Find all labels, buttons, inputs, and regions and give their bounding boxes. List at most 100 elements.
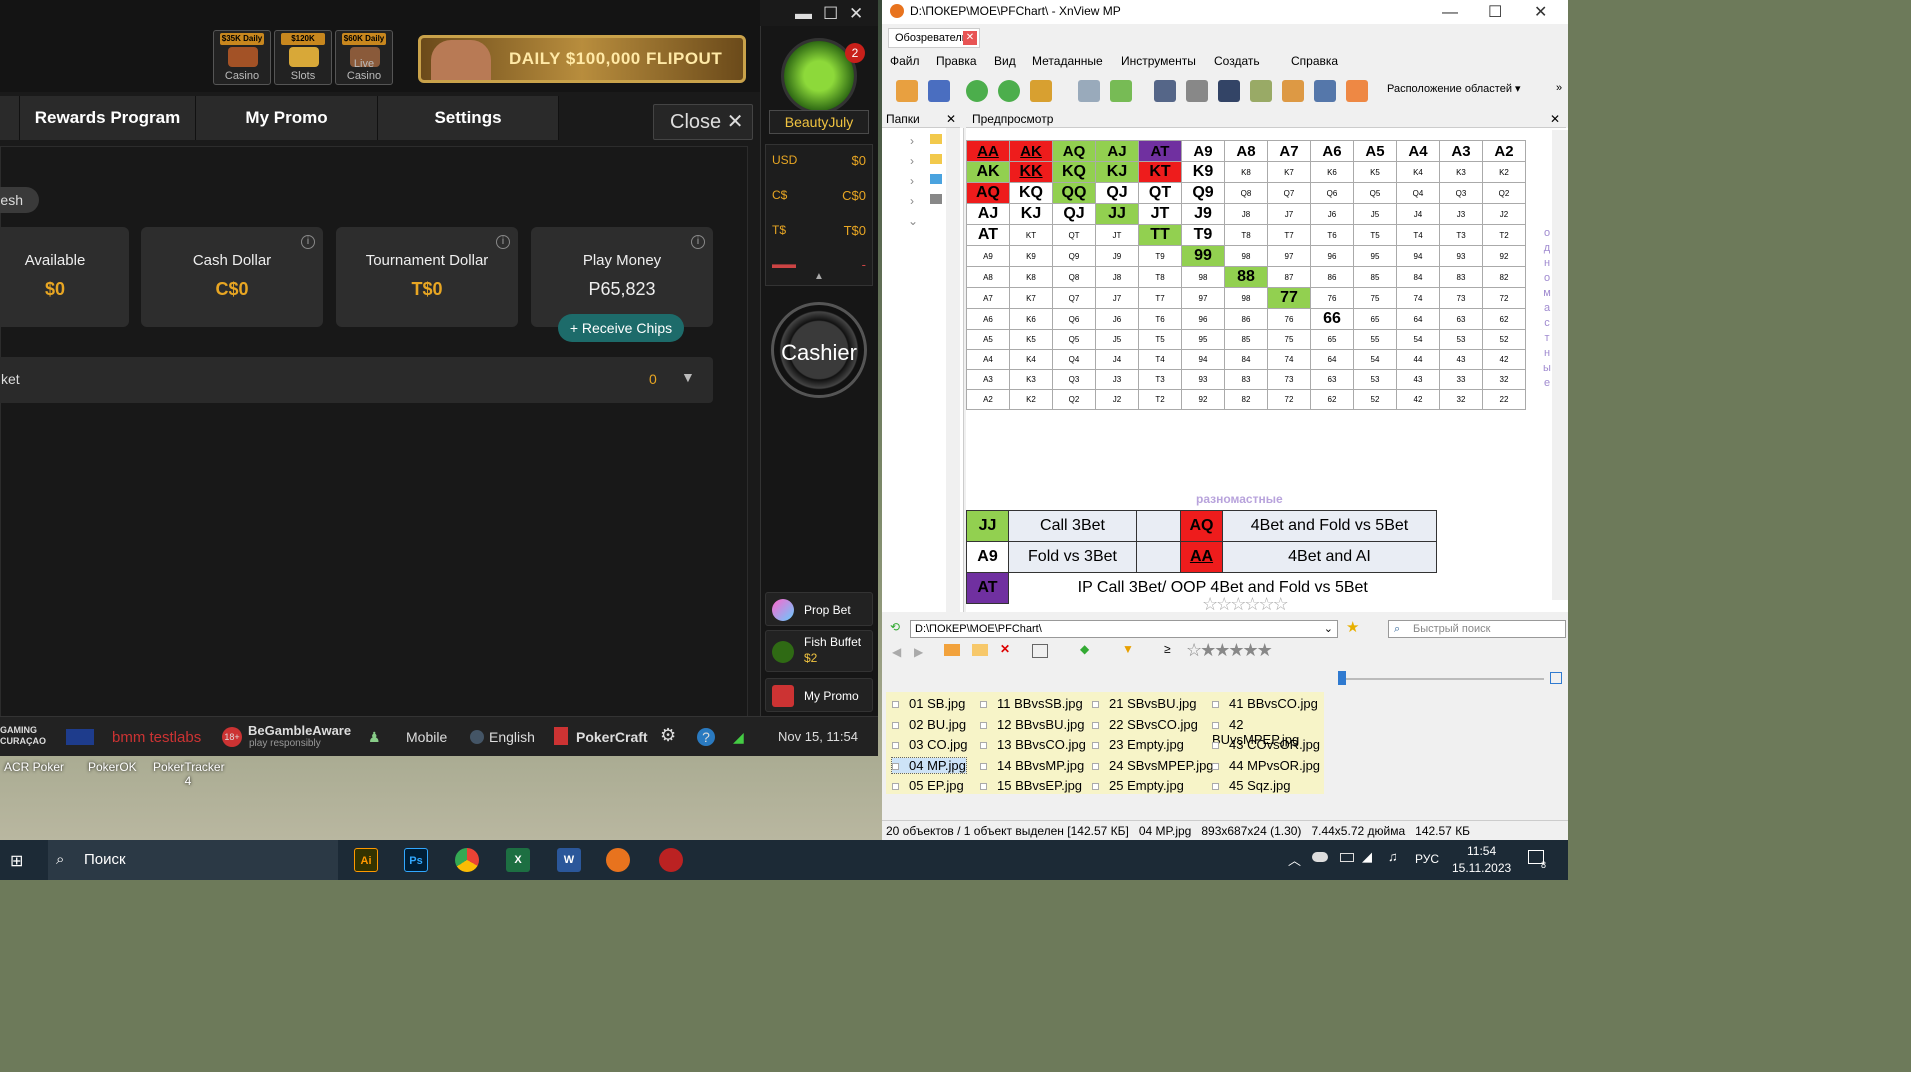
delete-icon[interactable]: ✕ xyxy=(1000,642,1010,656)
rotate-left-icon[interactable] xyxy=(966,80,988,102)
chevron-down-icon[interactable]: ⌄ xyxy=(908,214,918,228)
menu-tools[interactable]: Инструменты xyxy=(1121,54,1196,68)
chevron-down-icon[interactable]: ▼ xyxy=(681,369,695,385)
menu-file[interactable]: Файл xyxy=(890,54,920,68)
address-bar[interactable]: D:\ПОКЕР\МОЕ\PFChart\ ⌄ xyxy=(910,620,1338,638)
desktop-icon-acr[interactable]: ACR Poker xyxy=(4,760,64,774)
close-window-icon[interactable]: ✕ xyxy=(849,4,863,24)
desktop-icon-pokertracker[interactable]: PokerTracker 4 xyxy=(153,760,225,788)
zoom-slider-thumb[interactable] xyxy=(1338,671,1346,685)
file-item[interactable]: 13 BBvsCO.jpg xyxy=(980,737,1086,752)
file-item[interactable]: 02 BU.jpg xyxy=(892,717,966,732)
move-icon[interactable] xyxy=(1030,80,1052,102)
refresh-button[interactable]: esh xyxy=(0,187,39,213)
xnview-taskbar-icon[interactable] xyxy=(606,848,630,872)
folder-scrollbar[interactable] xyxy=(946,128,960,612)
file-item[interactable]: 12 BBvsBU.jpg xyxy=(980,717,1084,732)
scan-icon[interactable] xyxy=(1218,80,1240,102)
file-item[interactable]: 45 Sqz.jpg xyxy=(1212,778,1290,793)
username[interactable]: BeautyJuly xyxy=(769,110,869,134)
info-icon[interactable]: i xyxy=(691,235,705,249)
ticket-row[interactable]: ket 0 ▼ xyxy=(0,357,713,403)
file-item[interactable]: 21 SBvsBU.jpg xyxy=(1092,696,1196,711)
pokercraft-link[interactable]: PokerCraft xyxy=(576,729,648,745)
chevron-right-icon[interactable]: › xyxy=(910,194,914,208)
file-item[interactable]: 03 CO.jpg xyxy=(892,737,968,752)
nav-back-icon[interactable]: ◀ xyxy=(892,645,901,659)
cloud-icon[interactable] xyxy=(1312,852,1328,862)
quick-search-input[interactable]: ⌕ Быстрый поиск xyxy=(1388,620,1566,638)
maximize-icon[interactable]: ☐ xyxy=(1488,2,1502,24)
menu-create[interactable]: Создать xyxy=(1214,54,1260,68)
taskbar-clock[interactable]: 11:54 15.11.2023 xyxy=(1452,843,1511,877)
file-item[interactable]: 14 BBvsMP.jpg xyxy=(980,758,1084,773)
properties-icon[interactable] xyxy=(1078,80,1100,102)
live-casino-game-button[interactable]: $60K Daily Live Casino xyxy=(335,30,393,85)
view-mode-icon[interactable] xyxy=(1032,644,1048,658)
taskbar-search[interactable]: ⌕ Поиск xyxy=(48,840,338,880)
minimize-icon[interactable]: ▬ xyxy=(795,4,812,24)
convert-icon[interactable] xyxy=(1250,80,1272,102)
print-icon[interactable] xyxy=(1186,80,1208,102)
word-icon[interactable]: W xyxy=(557,848,581,872)
receive-chips-button[interactable]: + Receive Chips xyxy=(558,314,684,342)
image-preview[interactable]: AA AK AQ AJ AT A9 A8 A7 A6 A5 A4 A3 A2 AK KK KQ KJ KT K9 K8… xyxy=(966,128,1568,612)
tab-settings[interactable]: Settings xyxy=(378,96,559,140)
rename-icon[interactable] xyxy=(972,644,988,656)
desktop-icon-pokerok[interactable]: PokerOK xyxy=(88,760,137,774)
wallpaper-icon[interactable] xyxy=(1346,80,1368,102)
excel-icon[interactable]: X xyxy=(506,848,530,872)
toolbar-overflow-icon[interactable]: » xyxy=(1556,82,1562,94)
help-icon[interactable]: ? xyxy=(697,728,715,746)
close-button[interactable]: Close ✕ xyxy=(653,104,753,140)
casino-game-button[interactable]: $35K Daily Casino xyxy=(213,30,271,85)
file-item[interactable]: 15 BBvsEP.jpg xyxy=(980,778,1082,793)
zoom-slider[interactable] xyxy=(1338,678,1544,680)
file-item[interactable]: 41 BBvsCO.jpg xyxy=(1212,696,1318,711)
folder-tree[interactable]: › › › › ⌄ xyxy=(882,128,964,612)
new-folder-icon[interactable] xyxy=(944,644,960,656)
export-icon[interactable] xyxy=(1110,80,1132,102)
back-icon[interactable]: ⟲ xyxy=(890,620,900,634)
volume-icon[interactable]: ♫ xyxy=(1388,849,1398,864)
layout-dropdown[interactable]: Расположение областей ▾ xyxy=(1387,82,1521,95)
windows-start-icon[interactable]: ⊞ xyxy=(10,851,23,871)
file-item[interactable]: 22 SBvsCO.jpg xyxy=(1092,717,1198,732)
preview-scrollbar[interactable] xyxy=(1552,130,1568,600)
compare-icon[interactable]: ≥ xyxy=(1164,642,1171,656)
close-pane-icon[interactable]: ✕ xyxy=(946,110,956,128)
close-window-icon[interactable]: ✕ xyxy=(1534,2,1547,24)
language-selector[interactable]: English xyxy=(489,729,535,745)
rating-filter-icon[interactable]: ☆★★★★★ xyxy=(1186,640,1273,661)
file-item[interactable]: 25 Empty.jpg xyxy=(1092,778,1184,793)
rating-stars-icon[interactable]: ☆☆☆☆☆☆ xyxy=(1202,594,1289,612)
open-folder-icon[interactable] xyxy=(896,80,918,102)
maximize-icon[interactable]: ☐ xyxy=(823,4,838,24)
chevron-down-icon[interactable]: ⌄ xyxy=(1324,621,1333,637)
file-item[interactable]: 04 MP.jpg xyxy=(891,756,967,774)
favorite-star-icon[interactable]: ★ xyxy=(1346,618,1359,636)
battery-icon[interactable] xyxy=(1340,853,1354,862)
my-promo-button[interactable]: My Promo xyxy=(765,678,873,712)
chevron-up-icon[interactable]: ▲ xyxy=(814,271,824,282)
illustrator-icon[interactable]: Ai xyxy=(354,848,378,872)
wifi-icon[interactable]: ◢ xyxy=(1362,849,1372,865)
menu-edit[interactable]: Правка xyxy=(936,54,977,68)
sort-icon[interactable]: ◆ xyxy=(1080,642,1089,656)
fish-buffet-button[interactable]: Fish Buffet $2 xyxy=(765,630,873,672)
capture-icon[interactable] xyxy=(1314,80,1336,102)
close-pane-icon[interactable]: ✕ xyxy=(1550,110,1560,128)
binoculars-icon[interactable] xyxy=(1154,80,1176,102)
slots-game-button[interactable]: $120K Daily Slots xyxy=(274,30,332,85)
chevron-up-icon[interactable]: ︿ xyxy=(1288,850,1301,869)
filter-icon[interactable]: ▼ xyxy=(1122,642,1134,656)
file-item[interactable]: 01 SB.jpg xyxy=(892,696,965,711)
prop-bet-button[interactable]: Prop Bet xyxy=(765,592,873,626)
file-item[interactable]: 05 EP.jpg xyxy=(892,778,964,793)
close-tab-icon[interactable]: ✕ xyxy=(963,31,977,45)
chevron-right-icon[interactable]: › xyxy=(910,154,914,168)
tab-my-promo[interactable]: My Promo xyxy=(196,96,378,140)
file-item[interactable]: 11 BBvsSB.jpg xyxy=(980,696,1083,711)
info-icon[interactable]: i xyxy=(496,235,510,249)
tab-partial[interactable] xyxy=(0,96,20,140)
